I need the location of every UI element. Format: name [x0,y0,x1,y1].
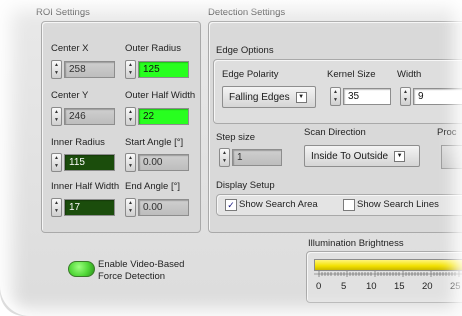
chevron-down-icon: ▼ [295,91,307,103]
kernel-size-field[interactable]: 35 [343,88,391,105]
video-detection-label-line2: Force Detection [98,271,166,282]
step-size-spinner[interactable]: ▲ ▼ [219,148,230,167]
center-x-field[interactable]: 258 [64,61,115,78]
video-detection-toggle[interactable] [68,261,95,277]
scan-direction-dropdown[interactable]: Inside To Outside ▼ [304,145,420,167]
end-angle-control: ▲ ▼ 0.00 [125,198,189,217]
inner-radius-field[interactable]: 115 [64,154,115,171]
start-angle-label: Start Angle [°] [125,137,184,148]
center-y-control: ▲ ▼ 246 [51,107,115,126]
outer-half-width-field[interactable]: 22 [138,108,189,125]
illumination-tick-0: 0 [316,281,322,292]
inner-radius-spinner[interactable]: ▲ ▼ [51,153,62,172]
outer-radius-control: ▲ ▼ 125 [125,60,189,79]
proc-dropdown[interactable] [441,145,462,169]
inner-half-width-control: ▲ ▼ 17 [51,198,115,217]
video-detection-label-line1: Enable Video-Based [98,259,185,270]
inner-half-width-spinner[interactable]: ▲ ▼ [51,198,62,217]
edge-polarity-dropdown[interactable]: Falling Edges ▼ [222,86,316,108]
end-angle-field[interactable]: 0.00 [138,199,189,216]
outer-half-width-control: ▲ ▼ 22 [125,107,189,126]
detection-settings-title: Detection Settings [208,7,286,18]
illumination-tick-10: 10 [366,281,377,292]
center-x-control: ▲ ▼ 258 [51,60,115,79]
illumination-brightness-title: Illumination Brightness [308,238,404,249]
outer-half-width-label: Outer Half Width [125,90,196,101]
show-search-lines-label: Show Search Lines [357,199,439,210]
outer-radius-label: Outer Radius [125,43,181,54]
end-angle-spinner[interactable]: ▲ ▼ [125,198,136,217]
width-field[interactable]: 9 [413,88,462,105]
illumination-tick-5: 5 [341,281,347,292]
inner-half-width-field[interactable]: 17 [64,199,115,216]
edge-polarity-label: Edge Polarity [222,69,279,80]
kernel-size-control: ▲ ▼ 35 [330,87,391,106]
display-setup-label: Display Setup [216,180,275,191]
step-size-control: ▲ ▼ 1 [219,148,282,167]
width-spinner[interactable]: ▲ ▼ [400,87,411,106]
show-search-lines-checkbox[interactable] [343,199,355,211]
proc-label: Proc [437,127,457,138]
kernel-size-label: Kernel Size [327,69,376,80]
width-label: Width [397,69,422,80]
scan-direction-value: Inside To Outside [311,150,389,162]
illumination-ticks [314,271,462,277]
start-angle-spinner[interactable]: ▲ ▼ [125,153,136,172]
width-control: ▲ ▼ 9 [400,87,462,106]
start-angle-field[interactable]: 0.00 [138,154,189,171]
inner-half-width-label: Inner Half Width [51,181,120,192]
end-angle-label: End Angle [°] [125,181,181,192]
show-search-area-label: Show Search Area [239,199,318,210]
scan-direction-label: Scan Direction [304,127,366,138]
center-y-label: Center Y [51,90,89,101]
step-size-label: Step size [216,132,256,143]
illumination-tick-25: 25 [450,281,461,292]
center-x-spinner[interactable]: ▲ ▼ [51,60,62,79]
illumination-tick-15: 15 [394,281,405,292]
show-search-area-checkbox[interactable]: ✓ [225,199,237,211]
start-angle-control: ▲ ▼ 0.00 [125,153,189,172]
outer-radius-spinner[interactable]: ▲ ▼ [125,60,136,79]
edge-options-title: Edge Options [216,45,274,56]
inner-radius-control: ▲ ▼ 115 [51,153,115,172]
kernel-size-spinner[interactable]: ▲ ▼ [330,87,341,106]
center-y-field[interactable]: 246 [64,108,115,125]
video-detection-label: Enable Video-Based Force Detection [98,259,184,283]
center-y-spinner[interactable]: ▲ ▼ [51,107,62,126]
outer-radius-field[interactable]: 125 [138,61,189,78]
step-size-field[interactable]: 1 [232,149,282,166]
illumination-tick-20: 20 [422,281,433,292]
outer-half-width-spinner[interactable]: ▲ ▼ [125,107,136,126]
chevron-down-icon: ▼ [394,150,406,162]
edge-polarity-value: Falling Edges [229,91,290,103]
center-x-label: Center X [51,43,89,54]
illumination-slider-fill[interactable] [314,259,462,271]
roi-settings-title: ROI Settings [36,7,90,18]
inner-radius-label: Inner Radius [51,137,105,148]
